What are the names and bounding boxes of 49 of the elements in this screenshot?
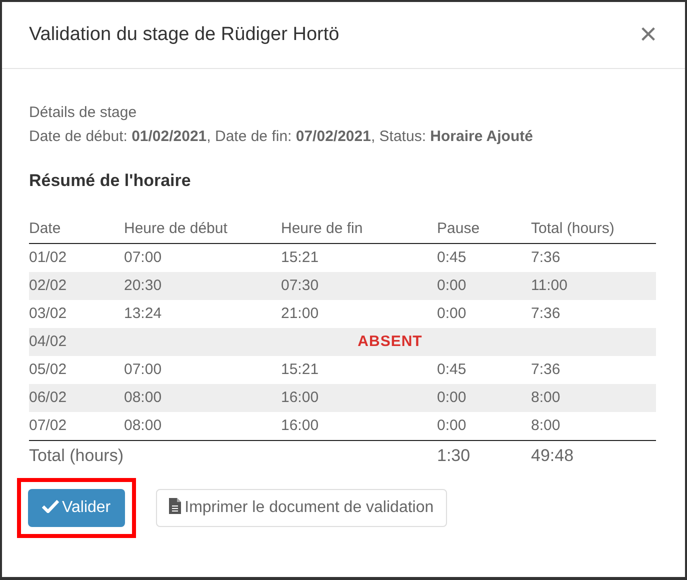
table-cell: 02/02 (29, 272, 124, 300)
column-header: Total (hours) (531, 217, 656, 244)
absent-label: ABSENT (356, 332, 424, 352)
table-cell: 0:00 (437, 384, 531, 412)
table-cell: 03/02 (29, 300, 124, 328)
table-cell: 06/02 (29, 384, 124, 412)
table-cell: 20:30 (124, 272, 281, 300)
table-cell: 8:00 (531, 384, 656, 412)
table-cell: 21:00 (281, 300, 437, 328)
table-cell: 07:00 (124, 356, 281, 384)
table-cell: 11:00 (531, 272, 656, 300)
table-cell: 16:00 (281, 412, 437, 440)
table-cell: 15:21 (281, 356, 437, 384)
table-cell: 04/02 (29, 328, 124, 356)
print-button[interactable]: Imprimer le document de validation (156, 489, 447, 527)
check-icon (42, 499, 59, 513)
column-header: Pause (437, 217, 531, 244)
table-cell: 16:00 (281, 384, 437, 412)
table-cell: 07:30 (281, 272, 437, 300)
column-header: Date (29, 217, 124, 244)
table-cell: 0:00 (437, 300, 531, 328)
total-hours: 49:48 (531, 440, 656, 471)
table-cell: 0:45 (437, 356, 531, 384)
table-cell: 13:24 (124, 300, 281, 328)
total-pause: 1:30 (437, 440, 531, 471)
table-cell: 08:00 (124, 384, 281, 412)
details-text: Date de début: 01/02/2021, Date de fin: 07/02/2021, Status: Horaire Ajouté (29, 127, 534, 147)
table-cell: 7:36 (531, 356, 656, 384)
table-cell: 8:00 (531, 412, 656, 440)
table-cell: 7:36 (531, 300, 656, 328)
total-label: Total (hours) (29, 440, 437, 471)
column-header: Heure de début (124, 217, 281, 244)
table-cell: 05/02 (29, 356, 124, 384)
table-cell: 15:21 (281, 244, 437, 272)
column-header: Heure de fin (281, 217, 437, 244)
dialog-title: Validation du stage de Rüdiger Hortö (29, 24, 340, 46)
table-cell: 7:36 (531, 244, 656, 272)
details-heading: Détails de stage (29, 103, 138, 123)
table-cell: 0:00 (437, 412, 531, 440)
document-icon (168, 498, 181, 514)
table-cell: 07:00 (124, 244, 281, 272)
table-cell: 0:00 (437, 272, 531, 300)
table-cell: 01/02 (29, 244, 124, 272)
summary-title: Résumé de l'horaire (29, 170, 192, 192)
close-button[interactable]: × (637, 20, 659, 50)
table-cell: 08:00 (124, 412, 281, 440)
table-cell: 0:45 (437, 244, 531, 272)
table-cell: 07/02 (29, 412, 124, 440)
validate-button[interactable]: Valider (28, 489, 125, 527)
